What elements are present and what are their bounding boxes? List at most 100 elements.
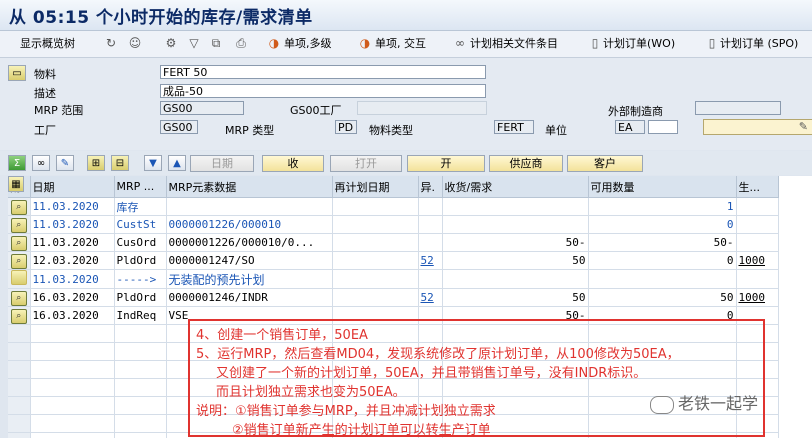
- magnifier-icon[interactable]: ⌕: [10, 253, 27, 269]
- production-cell[interactable]: 1000: [736, 288, 779, 307]
- folder-icon[interactable]: ▭: [8, 65, 26, 81]
- date-cell: 11.03.2020: [30, 269, 115, 289]
- table-row[interactable]: 11.03.2020 -----> 无装配的预先计划: [8, 269, 779, 289]
- quantity-cell: [442, 215, 589, 234]
- detail-cell[interactable]: ⌕: [8, 306, 31, 325]
- window-title: 从 05:15 个小时开始的库存/需求清单: [9, 8, 313, 28]
- magnifier-icon[interactable]: ⌕: [10, 217, 27, 233]
- arrow-down-icon[interactable]: ▼: [144, 155, 162, 171]
- detail-cell[interactable]: ⌕: [8, 288, 31, 307]
- plant-field[interactable]: GS00: [160, 120, 198, 134]
- customer-button[interactable]: 客户: [567, 155, 643, 172]
- magnifier-icon[interactable]: ⌕: [10, 308, 27, 324]
- magnifier-icon[interactable]: ⌕: [10, 290, 27, 306]
- available-cell: 1: [588, 197, 737, 216]
- description-field[interactable]: 成品-50: [160, 84, 486, 98]
- pencil-icon[interactable]: ✎: [56, 155, 74, 171]
- open-button[interactable]: 打开: [330, 155, 402, 172]
- magnifier-icon[interactable]: ⌕: [10, 235, 27, 251]
- date-button[interactable]: 日期: [190, 155, 254, 172]
- column-header[interactable]: 异.: [418, 176, 443, 198]
- blank-icon: [10, 270, 27, 285]
- supplier-button[interactable]: 供应商: [489, 155, 563, 172]
- customer-label: 客户: [594, 157, 616, 170]
- production-cell: [736, 269, 779, 289]
- column-header[interactable]: 收货/需求: [442, 176, 589, 198]
- unit-field[interactable]: EA: [615, 120, 645, 134]
- layout-icon[interactable]: ▦: [8, 176, 24, 192]
- mrp-element-cell: CustSt: [114, 215, 167, 234]
- table-row[interactable]: ⌕ 11.03.2020 CustSt 0000001226/000010 0: [8, 215, 779, 234]
- planning-file-entry-button[interactable]: 计划相关文件条目: [470, 35, 558, 53]
- external-mfr-field[interactable]: [695, 101, 781, 115]
- arrow-up-icon[interactable]: ▲: [168, 155, 186, 171]
- annotation-line: 4、创建一个销售订单，50EA: [196, 328, 368, 343]
- table-row[interactable]: ⌕ 11.03.2020 库存 1: [8, 197, 779, 216]
- receipt-button[interactable]: 收: [262, 155, 324, 172]
- mrp-type-field[interactable]: PD: [335, 120, 357, 134]
- date-cell: 11.03.2020: [30, 233, 115, 252]
- available-cell: 50: [588, 288, 737, 307]
- person-icon[interactable]: ☺: [127, 35, 143, 51]
- refresh-icon[interactable]: ↻: [103, 35, 119, 51]
- detail-cell[interactable]: ⌕: [8, 215, 31, 234]
- sum-icon[interactable]: Σ: [8, 155, 26, 171]
- grid-toolbar: Σ ∞ ✎ ⊞ ⊟ ▼ ▲ 日期 收 打开 开 供应商 客户: [0, 151, 812, 175]
- mrp-area-desc-field: [357, 101, 487, 115]
- unit-extra-field[interactable]: [648, 120, 678, 134]
- edit-area[interactable]: ✎: [703, 119, 812, 135]
- link-icon[interactable]: ∞: [32, 155, 50, 171]
- column-header[interactable]: 可用数量: [588, 176, 737, 198]
- detail-cell[interactable]: ⌕: [8, 251, 31, 270]
- column-header[interactable]: MRP元素数据: [166, 176, 333, 198]
- collapse-icon[interactable]: ⊟: [111, 155, 129, 171]
- production-cell[interactable]: 1000: [736, 251, 779, 270]
- mrp-element-cell: IndReq: [114, 306, 167, 325]
- exception-link[interactable]: 52: [418, 288, 443, 307]
- available-cell: [588, 269, 737, 289]
- reschedule-cell: [332, 269, 419, 289]
- issue-button[interactable]: 开: [407, 155, 485, 172]
- planned-order-spo-button[interactable]: 计划订单 (SPO): [720, 35, 798, 53]
- copy-icon[interactable]: ⧉: [208, 35, 224, 51]
- annotation-line: 5、运行MRP，然后查看MD04，发现系统修改了原计划订单，从100修改为50E…: [196, 347, 680, 362]
- date-cell: 16.03.2020: [30, 306, 115, 325]
- table-row[interactable]: ⌕ 11.03.2020 CusOrd 0000001226/000010/0.…: [8, 233, 779, 252]
- watermark-text: 老铁一起学: [678, 394, 759, 413]
- column-header[interactable]: MRP ...: [114, 176, 167, 198]
- detail-cell[interactable]: [8, 269, 31, 289]
- table-row[interactable]: ⌕ 16.03.2020 PldOrd 0000001246/INDR 52 5…: [8, 288, 779, 307]
- annotation-line: 而且计划独立需求也变为50EA。: [216, 385, 406, 400]
- single-item-multilevel-button[interactable]: 单项,多级: [284, 35, 332, 53]
- expand-icon[interactable]: ⊞: [87, 155, 105, 171]
- planned-order-wo-button[interactable]: 计划订单(WO): [603, 35, 675, 53]
- mrp-data-cell: 0000001226/000010: [166, 215, 333, 234]
- mrp-area-text: GS00工厂: [290, 104, 342, 117]
- detail-cell[interactable]: ⌕: [8, 233, 31, 252]
- column-header[interactable]: 生...: [736, 176, 779, 198]
- watermark: 老铁一起学: [650, 390, 758, 414]
- date-cell: 11.03.2020: [30, 215, 115, 234]
- exception-link[interactable]: 52: [418, 251, 443, 270]
- detail-cell[interactable]: ⌕: [8, 197, 31, 216]
- material-type-field[interactable]: FERT: [494, 120, 534, 134]
- print-icon[interactable]: ⎙: [233, 35, 249, 51]
- quantity-cell: 50: [442, 288, 589, 307]
- column-header[interactable]: 再计划日期: [332, 176, 419, 198]
- magnifier-icon[interactable]: ⌕: [10, 199, 27, 215]
- unit-label: 单位: [545, 124, 567, 137]
- single-item-interactive-button[interactable]: 单项, 交互: [375, 35, 426, 53]
- issue-label: 开: [440, 157, 452, 170]
- mrp-element-cell: ----->: [114, 269, 167, 289]
- settings-icon[interactable]: ⚙: [163, 35, 179, 51]
- mrp-area-field[interactable]: GS00: [160, 101, 244, 115]
- table-row[interactable]: ⌕ 12.03.2020 PldOrd 0000001247/SO 52 50 …: [8, 251, 779, 270]
- date-cell: 12.03.2020: [30, 251, 115, 270]
- filter-icon[interactable]: ▽: [186, 35, 202, 51]
- show-overview-button[interactable]: 显示概览树: [20, 35, 75, 53]
- mrp-type-label: MRP 类型: [225, 124, 275, 137]
- external-mfr-label: 外部制造商: [608, 105, 663, 118]
- column-header[interactable]: 日期: [30, 176, 115, 198]
- pencil-icon[interactable]: ✎: [799, 120, 808, 134]
- material-field[interactable]: FERT 50: [160, 65, 486, 79]
